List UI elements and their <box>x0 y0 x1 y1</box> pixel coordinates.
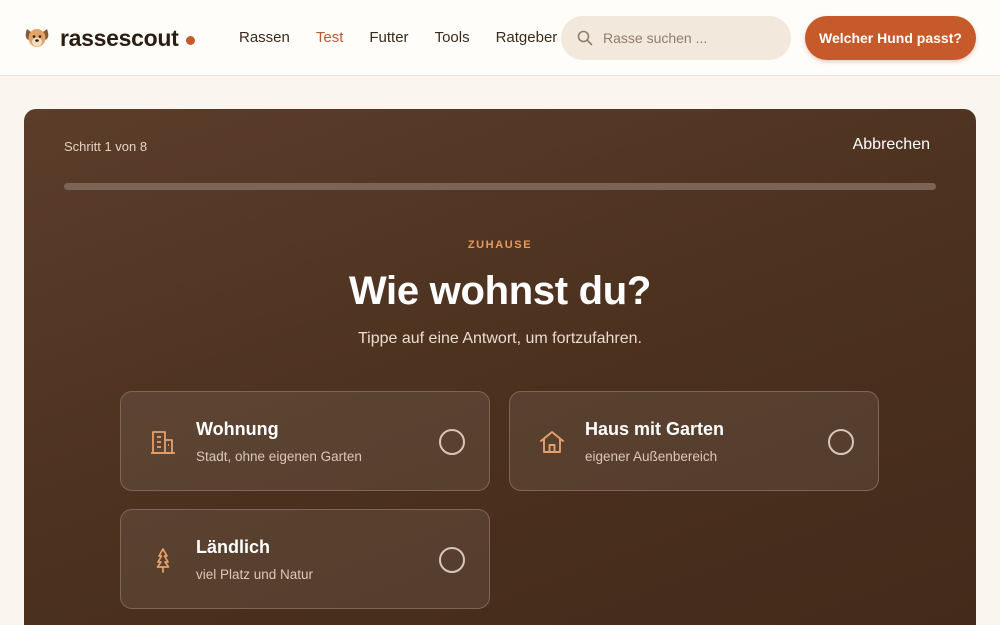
option-radio[interactable] <box>828 429 854 455</box>
nav-item-futter[interactable]: Futter <box>369 29 408 46</box>
dog-face-icon <box>25 29 49 47</box>
question-category: ZUHAUSE <box>467 239 533 251</box>
brand-name: rassescout <box>60 24 179 51</box>
breed-finder-button[interactable]: Welcher Hund passt? <box>805 16 976 60</box>
option-radio[interactable] <box>439 547 465 573</box>
question-hint: Tippe auf eine Antwort, um fortzufahren. <box>357 330 642 347</box>
step-counter: Schritt 1 von 8 <box>64 139 148 154</box>
option-wohnung[interactable]: Wohnung Stadt, ohne eigenen Garten <box>120 391 490 491</box>
brand-logo[interactable]: rassescout <box>24 24 196 52</box>
option-description: viel Platz und Natur <box>196 567 314 582</box>
nav-item-ratgeber[interactable]: Ratgeber <box>496 29 558 46</box>
brand-dot <box>186 35 196 45</box>
option-title: Haus mit Garten <box>585 419 725 439</box>
main-nav: Rassen Test Futter Tools Ratgeber <box>239 29 583 46</box>
tree-icon <box>156 548 170 573</box>
progress-bar <box>64 183 936 190</box>
nav-item-test[interactable]: Test <box>316 29 344 46</box>
site-header: rassescout Rassen Test Futter Tools Ratg… <box>0 0 1000 76</box>
search-input[interactable] <box>603 30 773 46</box>
option-radio[interactable] <box>439 429 465 455</box>
house-icon <box>540 431 564 453</box>
nav-item-rassen[interactable]: Rassen <box>239 29 290 46</box>
option-title: Wohnung <box>196 419 279 439</box>
option-laendlich[interactable]: Ländlich viel Platz und Natur <box>120 509 490 609</box>
option-description: Stadt, ohne eigenen Garten <box>196 449 362 464</box>
option-title: Ländlich <box>196 537 271 557</box>
search-box[interactable] <box>561 16 791 60</box>
nav-item-tools[interactable]: Tools <box>435 29 470 46</box>
option-haus-mit-garten[interactable]: Haus mit Garten eigener Außenbereich <box>509 391 879 491</box>
search-icon <box>577 30 593 46</box>
building-icon <box>151 431 175 454</box>
option-description: eigener Außenbereich <box>585 449 718 464</box>
question-title: Wie wohnst du? <box>348 269 652 313</box>
quiz-card: Schritt 1 von 8 Abbrechen ZUHAUSE Wie wo… <box>24 109 976 625</box>
cancel-button[interactable]: Abbrechen <box>853 136 930 154</box>
